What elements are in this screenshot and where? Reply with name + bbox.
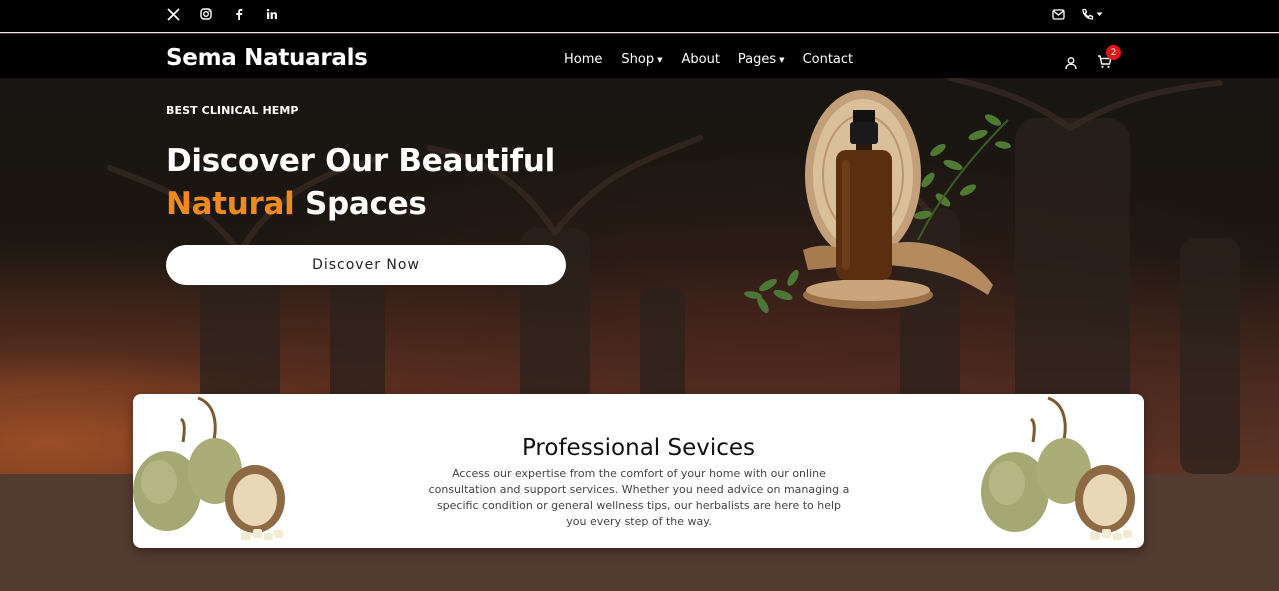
nav-item-home[interactable]: Home [564,52,602,67]
facebook-icon[interactable] [232,7,246,21]
brand-logo[interactable]: Sema Natuarals [166,45,368,71]
nav-item-about[interactable]: About [681,52,719,67]
headline-rest: Spaces [294,186,427,222]
social-links [166,7,298,21]
chevron-down-icon: ▼ [657,55,663,64]
nav-item-pages[interactable]: Pages ▼ [738,52,785,67]
baobab-fruit-image-left [133,396,285,540]
nav-item-shop[interactable]: Shop ▼ [621,52,662,67]
nav-item-label: Pages [737,52,777,67]
nav-item-label: Home [564,52,603,67]
mail-icon[interactable] [1051,7,1065,21]
headline-accent-word: Natural [166,186,295,222]
chevron-down-icon: ▼ [779,55,785,64]
x-icon[interactable] [166,7,180,21]
services-description: Access our expertise from the comfort of… [428,467,850,528]
main-menu: Home Shop ▼ About Pages ▼ Contact [564,52,853,67]
main-navbar: Sema Natuarals Home Shop ▼ About Pages ▼ C… [0,34,1279,78]
contact-links [1051,7,1103,21]
cart-count-badge: 2 [1106,45,1121,60]
professional-services-card: Professional Sevices Access our expertis… [133,394,1144,548]
phone-icon[interactable] [1080,7,1094,21]
top-bar [0,0,1279,33]
headline-line-1: Discover Our Beautiful [166,143,555,179]
instagram-icon[interactable] [199,7,213,21]
nav-item-label: Contact [802,52,854,67]
chevron-down-icon[interactable] [1095,7,1103,21]
nav-item-label: About [681,52,720,67]
linkedin-icon[interactable] [265,7,279,21]
headline-line-2: Natural Spaces [166,183,555,226]
discover-now-button[interactable]: Discover Now [166,245,566,285]
nav-item-label: Shop [621,52,655,67]
hero-headline: Discover Our Beautiful Natural Spaces [166,140,555,226]
hero-kicker: BEST CLINICAL HEMP [166,104,299,117]
user-account-icon[interactable] [1064,55,1078,70]
nav-item-contact[interactable]: Contact [803,52,854,67]
baobab-fruit-image-right [981,396,1135,540]
serum-bottle-product-image [744,90,1011,314]
